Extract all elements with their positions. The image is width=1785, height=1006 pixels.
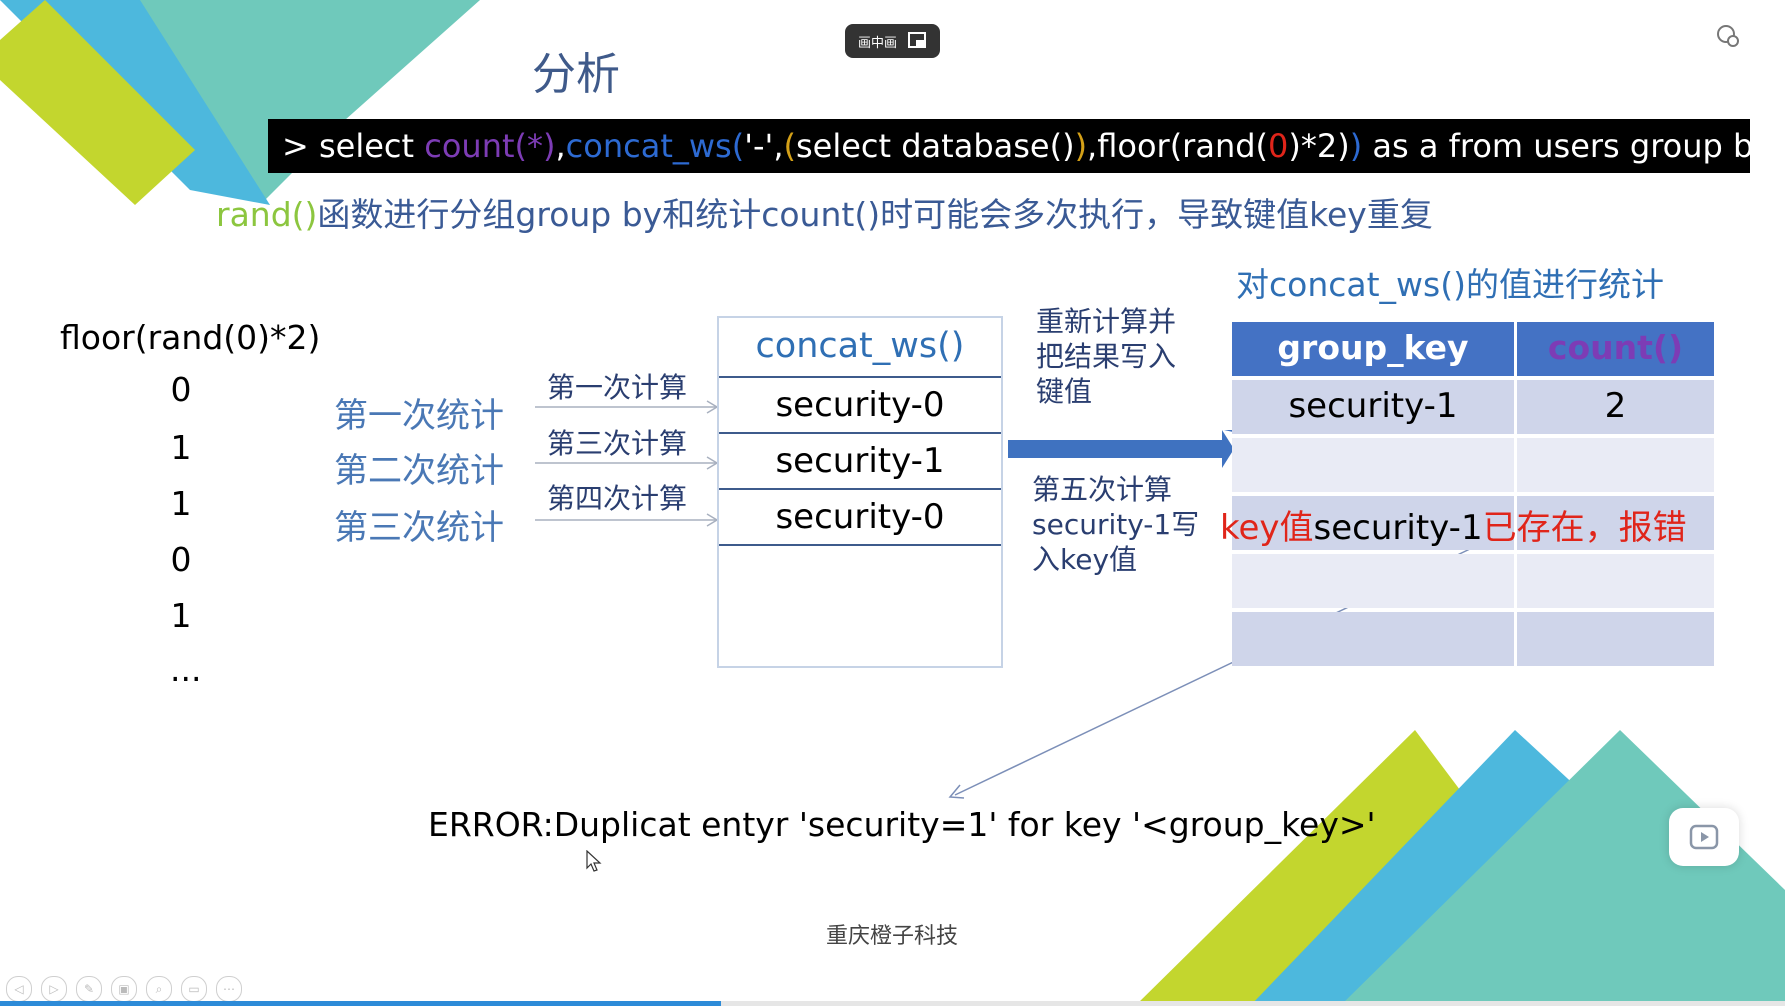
zoom-icon[interactable]: ⌕ xyxy=(146,976,172,1002)
error-message: ERROR:Duplicat entyr 'security=1' for ke… xyxy=(428,805,1376,844)
pages-icon[interactable]: ▣ xyxy=(111,976,137,1002)
table-header-group-key: group_key xyxy=(1232,322,1514,376)
table-cell-empty xyxy=(1517,612,1714,666)
key-exists-c: 已存在，报错 xyxy=(1482,508,1687,548)
table-cell: security-1 xyxy=(1232,380,1514,434)
mouse-cursor-icon xyxy=(586,850,602,872)
more-icon[interactable]: ⋯ xyxy=(216,976,242,1002)
fifth-calc-line: 入key值 xyxy=(1032,543,1138,576)
footer-brand: 重庆橙子科技 xyxy=(826,924,959,949)
fifth-calc-line: security-1写 xyxy=(1032,508,1200,541)
table-title: 对concat_ws()的值进行统计 xyxy=(1236,265,1664,304)
key-exists-b: security-1 xyxy=(1313,508,1483,548)
next-icon[interactable]: ▷ xyxy=(41,976,67,1002)
table-cell-empty xyxy=(1232,554,1514,608)
play-icon xyxy=(1689,824,1719,850)
recalc-line: 键值 xyxy=(1036,375,1093,408)
table-cell-empty xyxy=(1232,438,1514,492)
prev-icon[interactable]: ◁ xyxy=(6,976,32,1002)
recalc-label: 重新计算并 把结果写入 键值 xyxy=(1036,304,1176,409)
table-cell-empty xyxy=(1517,438,1714,492)
concat-header: concat_ws() xyxy=(719,318,1001,378)
recalc-line: 重新计算并 xyxy=(1036,305,1177,338)
key-exists-note: key值security-1已存在，报错 xyxy=(1220,500,1687,549)
table-cell-empty xyxy=(1232,612,1514,666)
fifth-calc-line: 第五次计算 xyxy=(1032,473,1173,506)
concat-row: security-0 xyxy=(719,490,1001,546)
pen-icon[interactable]: ✎ xyxy=(76,976,102,1002)
concat-row: security-0 xyxy=(719,378,1001,434)
key-exists-a: key值 xyxy=(1220,508,1314,548)
table-cell: 2 xyxy=(1517,380,1714,434)
screen-icon[interactable]: ▭ xyxy=(181,976,207,1002)
fifth-calc-label: 第五次计算 security-1写 入key值 xyxy=(1032,472,1199,577)
play-button[interactable] xyxy=(1669,808,1739,866)
progress-fill xyxy=(0,1001,722,1006)
recalc-line: 把结果写入 xyxy=(1036,340,1177,373)
table-cell-empty xyxy=(1517,554,1714,608)
concat-row: security-1 xyxy=(719,434,1001,490)
table-header-count: count() xyxy=(1517,322,1714,376)
